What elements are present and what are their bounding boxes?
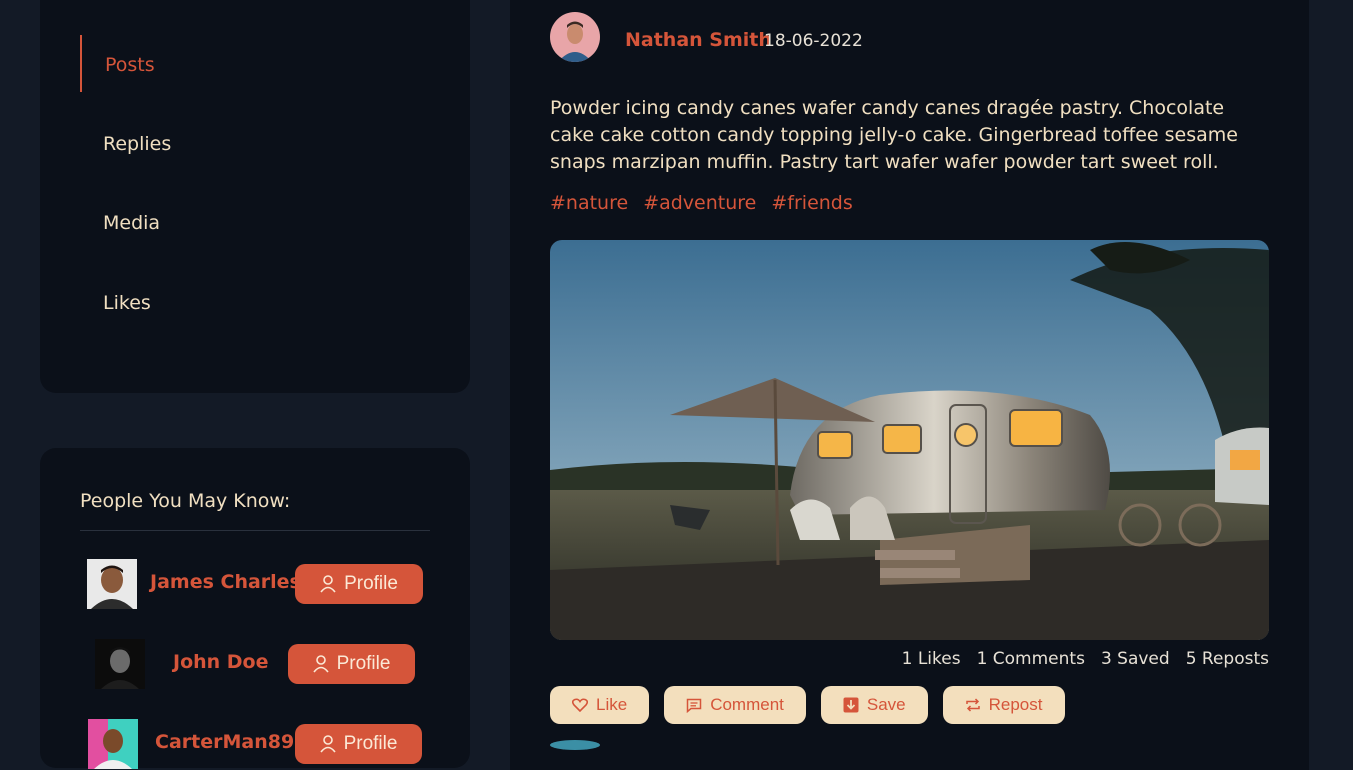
hashtag-link[interactable]: #nature: [550, 192, 628, 214]
author-name[interactable]: Nathan Smith: [625, 29, 772, 51]
user-icon: [312, 655, 329, 673]
likes-count: 1 Likes: [901, 649, 961, 669]
like-button-label: Like: [596, 695, 628, 714]
avatar[interactable]: [88, 719, 138, 769]
hashtag-link[interactable]: #friends: [771, 192, 852, 214]
tab-media[interactable]: Media: [103, 212, 160, 234]
profile-tabs-card: Posts Replies Media Likes: [40, 0, 470, 393]
post-stats: 1 Likes 1 Comments 3 Saved 5 Reposts: [902, 649, 1269, 669]
hashtags: #nature #adventure #friends: [550, 192, 853, 214]
avatar[interactable]: [87, 559, 137, 609]
author-avatar[interactable]: [550, 12, 600, 62]
person-item: CarterMan89 Profile: [40, 719, 470, 769]
active-tab-indicator: [80, 35, 82, 92]
tab-likes[interactable]: Likes: [103, 292, 151, 314]
comment-icon: [686, 698, 702, 713]
reposts-count: 5 Reposts: [1185, 649, 1269, 669]
user-icon: [320, 575, 336, 593]
heart-icon: [572, 698, 588, 712]
profile-button-label: Profile: [336, 653, 391, 674]
avatar[interactable]: [95, 639, 145, 689]
person-name[interactable]: CarterMan89: [155, 731, 294, 753]
post-date: 18-06-2022: [764, 31, 863, 51]
profile-button[interactable]: Profile: [288, 644, 415, 684]
repost-button[interactable]: Repost: [942, 686, 1065, 724]
profile-button[interactable]: Profile: [295, 564, 423, 604]
bookmark-icon: [843, 697, 859, 713]
post-image[interactable]: [550, 240, 1269, 640]
user-icon: [319, 735, 336, 753]
post-card: Nathan Smith 18-06-2022 Powder icing can…: [510, 0, 1309, 770]
repost-button-label: Repost: [988, 695, 1043, 714]
save-button[interactable]: Save: [820, 686, 928, 724]
comment-button-label: Comment: [710, 695, 784, 714]
comments-count: 1 Comments: [976, 649, 1085, 669]
divider: [80, 530, 430, 531]
person-item: James Charles Profile: [40, 559, 470, 609]
next-post-avatar: [550, 740, 600, 750]
people-title: People You May Know:: [80, 490, 291, 512]
profile-button-label: Profile: [343, 733, 398, 754]
profile-button-label: Profile: [344, 573, 398, 594]
page-background-gutter: [1309, 0, 1353, 743]
person-item: John Doe Profile: [40, 639, 470, 689]
profile-button[interactable]: Profile: [295, 724, 422, 764]
tab-posts[interactable]: Posts: [105, 54, 155, 76]
tab-replies[interactable]: Replies: [103, 133, 171, 155]
post-text: Powder icing candy canes wafer candy can…: [550, 97, 1238, 173]
person-name[interactable]: James Charles: [150, 571, 301, 593]
saved-count: 3 Saved: [1100, 649, 1170, 669]
save-button-label: Save: [866, 695, 906, 714]
people-you-may-know-card: People You May Know: James Charles Profi…: [40, 448, 470, 769]
person-name[interactable]: John Doe: [173, 651, 269, 673]
like-button[interactable]: Like: [550, 686, 650, 724]
repost-icon: [965, 698, 980, 712]
hashtag-link[interactable]: #adventure: [643, 192, 756, 214]
comment-button[interactable]: Comment: [664, 686, 806, 724]
post-actions: Like Comment Save Repost: [550, 686, 1065, 724]
